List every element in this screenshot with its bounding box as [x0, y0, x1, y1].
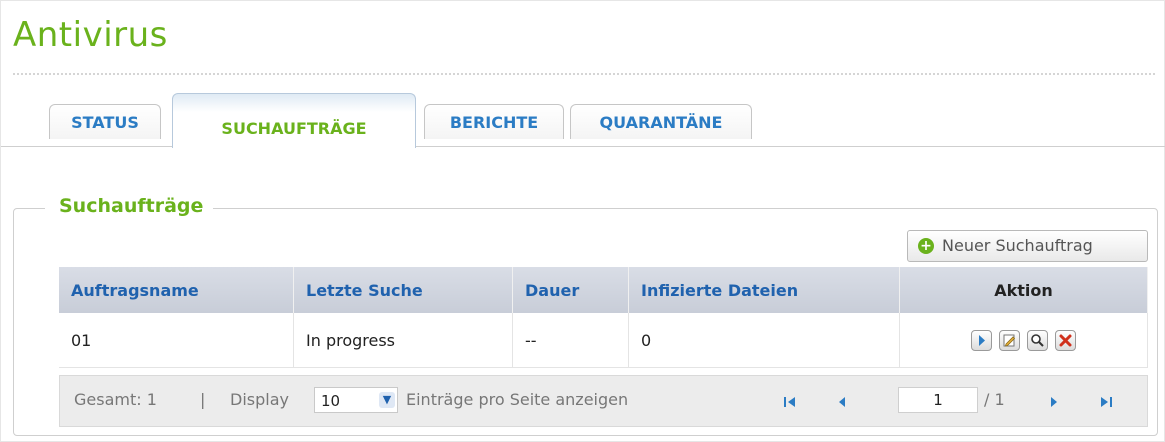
col-header-action: Aktion: [899, 267, 1148, 313]
col-header-name[interactable]: Auftragsname: [59, 267, 294, 313]
col-header-last-scan[interactable]: Letzte Suche: [293, 267, 513, 313]
cell-duration: --: [512, 313, 629, 368]
next-page-button[interactable]: [1040, 388, 1068, 414]
footer-separator: |: [200, 390, 206, 409]
pagination-bar: Gesamt: 1 | Display 10 ▼ Einträge pro Se…: [59, 375, 1148, 427]
tab-suchauftraege[interactable]: SUCHAUFTRÄGE: [172, 93, 416, 148]
col-header-duration[interactable]: Dauer: [512, 267, 629, 313]
page-number-input[interactable]: 1: [898, 387, 978, 413]
page-title: Antivirus: [13, 15, 168, 55]
display-label: Display: [230, 390, 289, 409]
tab-quarantaene[interactable]: QUARANTÄNE: [570, 104, 752, 139]
cell-job-name: 01: [59, 313, 294, 368]
antivirus-panel: Antivirus STATUS SUCHAUFTRÄGE BERICHTE Q…: [0, 0, 1165, 442]
add-icon: +: [918, 238, 934, 254]
per-page-text: Einträge pro Seite anzeigen: [406, 390, 629, 409]
play-icon[interactable]: [970, 329, 992, 351]
scan-jobs-table: Auftragsname Letzte Suche Dauer Infizier…: [59, 267, 1148, 368]
next-page-icon: [1051, 396, 1057, 407]
last-page-button[interactable]: [1092, 388, 1120, 414]
tab-berichte-label: BERICHTE: [449, 113, 539, 132]
first-page-button[interactable]: [776, 388, 804, 414]
edit-icon[interactable]: [998, 329, 1020, 351]
tab-quarantaene-label: QUARANTÄNE: [599, 113, 723, 132]
tab-berichte[interactable]: BERICHTE: [424, 104, 564, 139]
delete-icon[interactable]: [1055, 329, 1077, 351]
new-scan-job-button[interactable]: + Neuer Suchauftrag: [907, 230, 1148, 262]
tab-status[interactable]: STATUS: [49, 104, 161, 139]
prev-page-button[interactable]: [828, 388, 856, 414]
col-header-infected[interactable]: Infizierte Dateien: [628, 267, 900, 313]
cell-actions: [899, 313, 1148, 368]
view-icon[interactable]: [1027, 329, 1049, 351]
total-count: Gesamt: 1: [74, 390, 157, 409]
title-divider: [13, 73, 1155, 75]
tab-suchauftraege-label: SUCHAUFTRÄGE: [221, 119, 367, 138]
tab-bar: STATUS SUCHAUFTRÄGE BERICHTE QUARANTÄNE: [1, 93, 1165, 148]
new-scan-job-label: Neuer Suchauftrag: [942, 236, 1093, 255]
per-page-value: 10: [321, 392, 341, 410]
table-header-row: Auftragsname Letzte Suche Dauer Infizier…: [59, 267, 1148, 313]
section-legend: Suchaufträge: [45, 195, 214, 217]
table-row[interactable]: 01 In progress -- 0: [59, 313, 1148, 368]
cell-infected-files: 0: [628, 313, 900, 368]
chevron-down-icon: ▼: [379, 392, 395, 408]
first-page-icon: [784, 396, 795, 407]
prev-page-icon: [839, 396, 845, 407]
cell-last-scan: In progress: [293, 313, 513, 368]
page-total: / 1: [984, 390, 1005, 409]
per-page-select[interactable]: 10 ▼: [314, 387, 398, 413]
last-page-icon: [1101, 396, 1112, 407]
tab-status-label: STATUS: [71, 113, 139, 132]
